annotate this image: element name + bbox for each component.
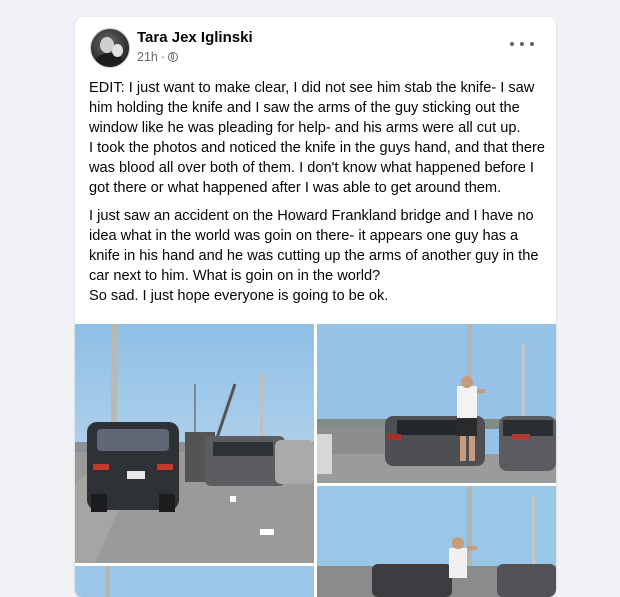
post-header: Tara Jex Iglinski 21h · xyxy=(75,17,556,77)
photo-grid xyxy=(75,324,556,597)
photo-4[interactable] xyxy=(75,566,314,597)
photo-2[interactable] xyxy=(317,324,556,483)
photo-3[interactable] xyxy=(317,486,556,597)
avatar[interactable] xyxy=(90,28,130,68)
more-options-icon[interactable] xyxy=(510,35,534,53)
post-text: EDIT: I just want to make clear, I did n… xyxy=(89,78,547,314)
photo-1[interactable] xyxy=(75,324,314,563)
post-paragraph-edit: EDIT: I just want to make clear, I did n… xyxy=(89,80,545,196)
post-timestamp[interactable]: 21h xyxy=(137,50,158,64)
post-card: Tara Jex Iglinski 21h · EDIT: I just wan… xyxy=(75,17,556,597)
author-name[interactable]: Tara Jex Iglinski xyxy=(137,29,253,46)
post-meta: 21h · xyxy=(137,50,179,64)
post-paragraph-main: I just saw an accident on the Howard Fra… xyxy=(89,208,539,304)
globe-icon[interactable] xyxy=(168,52,179,62)
